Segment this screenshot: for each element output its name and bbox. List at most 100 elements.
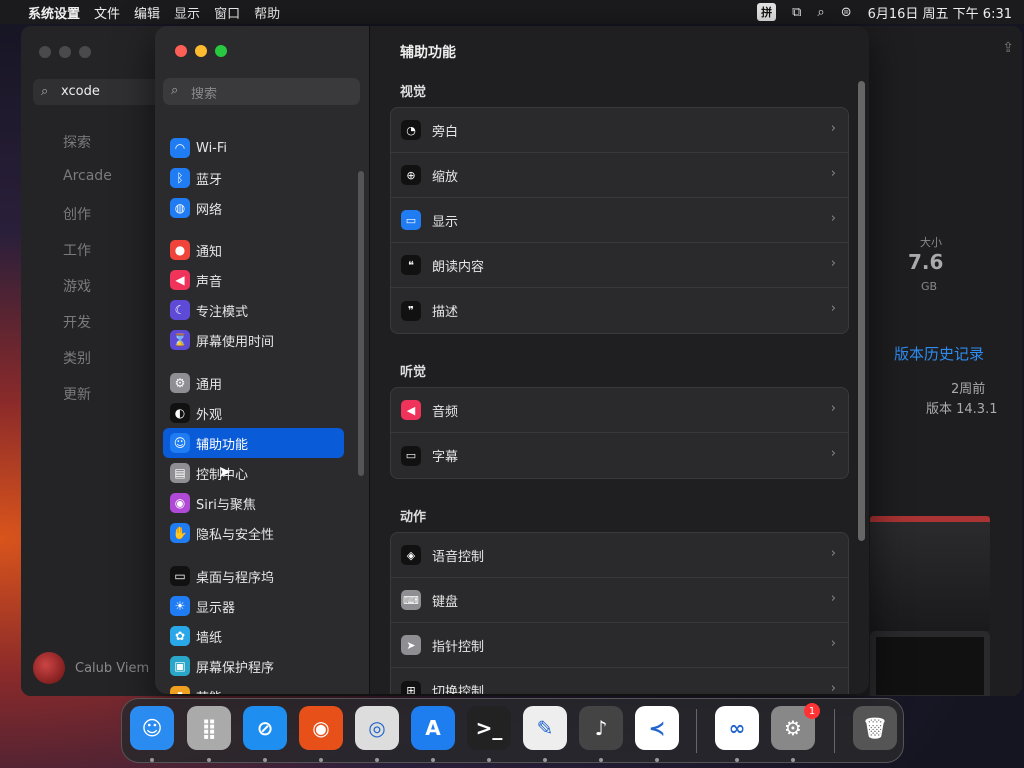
menu-file[interactable]: 文件 — [94, 3, 120, 22]
settings-row[interactable]: ◀ 音频 › — [391, 388, 848, 433]
sidebar-item-desktop-dock[interactable]: ▭ 桌面与程序坞 — [163, 561, 344, 591]
sidebar-item-label: 外观 — [196, 407, 223, 423]
sidebar-item-label: 桌面与程序坞 — [196, 570, 275, 586]
terminal-icon[interactable]: >_ — [467, 706, 511, 750]
maximize-button[interactable] — [215, 45, 227, 57]
nav-categories[interactable]: 类别 — [63, 348, 91, 368]
spotlight-search-icon[interactable]: ⌕ — [817, 5, 824, 20]
visual-studio-icon[interactable]: ∞ — [715, 706, 759, 750]
battery-icon: ▮ — [170, 686, 190, 694]
nav-arcade[interactable]: Arcade — [63, 168, 112, 184]
share-icon[interactable]: ⇪ — [1002, 40, 1014, 56]
running-indicator — [375, 758, 379, 762]
sidebar-item-general[interactable]: ⚙ 通用 — [163, 368, 344, 398]
menu-app-name[interactable]: 系统设置 — [28, 3, 80, 22]
settings-row[interactable]: ⌨ 键盘 › — [391, 578, 848, 623]
settings-row-label: 键盘 — [432, 594, 459, 610]
running-indicator — [735, 758, 739, 762]
settings-row[interactable]: ▭ 显示 › — [391, 198, 848, 243]
sidebar-item-accessibility[interactable]: ☺ 辅助功能 — [163, 428, 344, 458]
sidebar-item-wallpaper[interactable]: ✿ 墙纸 — [163, 621, 344, 651]
nav-develop[interactable]: 开发 — [63, 312, 91, 332]
nav-work[interactable]: 工作 — [63, 240, 91, 260]
nav-discover[interactable]: 探索 — [63, 132, 91, 152]
settings-row[interactable]: ⊕ 缩放 › — [391, 153, 848, 198]
settings-row-label: 音频 — [432, 404, 459, 420]
screen-mirroring-icon[interactable]: ⧉ — [792, 5, 801, 20]
app-store-icon[interactable]: A — [411, 706, 455, 750]
section-heading: 听觉 — [400, 365, 427, 380]
menu-view[interactable]: 显示 — [174, 3, 200, 22]
settings-row[interactable]: ◔ 旁白 › — [391, 108, 848, 153]
sidebar-item-screen-saver[interactable]: ▣ 屏幕保护程序 — [163, 651, 344, 681]
display-icon: ▭ — [401, 210, 421, 230]
vscode-icon[interactable]: ≺ — [635, 706, 679, 750]
nav-play[interactable]: 游戏 — [63, 276, 91, 296]
settings-row[interactable]: ❞ 描述 › — [391, 288, 848, 333]
screenshot-preview[interactable] — [870, 631, 990, 696]
sidebar-item-sound[interactable]: ◀ 声音 — [163, 265, 344, 295]
chevron-right-icon: › — [830, 591, 836, 606]
control-center-menu-icon[interactable]: ⊜ — [841, 5, 852, 20]
sidebar-item-label: 节能 — [196, 687, 222, 695]
sidebar-scrollbar[interactable] — [358, 171, 364, 476]
nav-create[interactable]: 创作 — [63, 204, 91, 224]
sidebar-item-bluetooth[interactable]: ᛒ 蓝牙 — [163, 163, 344, 193]
chevron-right-icon: › — [830, 211, 836, 226]
sidebar-item-appearance[interactable]: ◐ 外观 — [163, 398, 344, 428]
chrome-icon[interactable]: ◎ — [355, 706, 399, 750]
user-account[interactable]: Calub Viem — [33, 652, 149, 684]
textedit-icon[interactable]: ✎ — [523, 706, 567, 750]
sidebar-item-network[interactable]: ◍ 网络 — [163, 193, 344, 223]
menu-window[interactable]: 窗口 — [214, 3, 240, 22]
dock-separator — [696, 709, 697, 753]
garageband-icon[interactable]: ♪ — [579, 706, 623, 750]
nav-updates[interactable]: 更新 — [63, 384, 91, 404]
settings-row[interactable]: ❝ 朗读内容 › — [391, 243, 848, 288]
audio-icon: ◀ — [401, 400, 421, 420]
wallpaper-icon: ✿ — [170, 626, 190, 646]
sidebar-item-control-center[interactable]: ▤ 控制中心 — [163, 458, 344, 488]
running-indicator — [150, 758, 154, 762]
safari-icon[interactable]: ⊘ — [243, 706, 287, 750]
menubar-clock[interactable]: 6月16日 周五 下午 6:31 — [868, 3, 1012, 22]
launchpad-icon[interactable]: ⣿ — [187, 706, 231, 750]
version-history-link[interactable]: 版本历史记录 — [894, 343, 984, 364]
minimize-button[interactable] — [195, 45, 207, 57]
size-label: 大小 — [920, 236, 942, 249]
search-icon: ⌕ — [41, 84, 49, 99]
close-button[interactable] — [175, 45, 187, 57]
sidebar-item-wifi[interactable]: ◠ Wi-Fi — [163, 133, 344, 163]
menu-help[interactable]: 帮助 — [254, 3, 280, 22]
accessibility-pane: 辅助功能 视觉 ◔ 旁白 › ⊕ 缩放 › ▭ 显示 › ❝ 朗读内容 › ❞ 描述 › 听觉 ◀ 音频 › ▭ 字幕 › 动… — [370, 26, 869, 694]
chevron-right-icon: › — [830, 446, 836, 461]
app-store-search-field[interactable]: ⌕ xcode — [33, 79, 173, 105]
settings-row[interactable]: ➤ 指针控制 › — [391, 623, 848, 668]
menu-edit[interactable]: 编辑 — [134, 3, 160, 22]
finder-icon[interactable]: ☺ — [130, 706, 174, 750]
sidebar-item-notifications[interactable]: ● 通知 — [163, 235, 344, 265]
sidebar-item-focus[interactable]: ☾ 专注模式 — [163, 295, 344, 325]
siri-icon: ◉ — [170, 493, 190, 513]
version-number: 版本 14.3.1 — [926, 402, 998, 417]
sidebar-item-screen-time[interactable]: ⌛ 屏幕使用时间 — [163, 325, 344, 355]
release-age: 2周前 — [951, 382, 986, 397]
trash-icon[interactable]: 🗑 — [853, 706, 897, 750]
settings-row-label: 缩放 — [432, 169, 459, 185]
chevron-right-icon: › — [830, 301, 836, 316]
keyboard-icon: ⌨ — [401, 590, 421, 610]
chevron-right-icon: › — [830, 166, 836, 181]
screenshot-preview[interactable] — [870, 516, 990, 631]
sidebar-item-privacy-security[interactable]: ✋ 隐私与安全性 — [163, 518, 344, 548]
settings-row[interactable]: ◈ 语音控制 › — [391, 533, 848, 578]
sidebar-item-label: 屏幕保护程序 — [196, 660, 275, 676]
sidebar-item-siri-spotlight[interactable]: ◉ Siri与聚焦 — [163, 488, 344, 518]
sidebar-search-input[interactable]: ⌕ 搜索 — [163, 78, 360, 105]
content-scrollbar[interactable] — [858, 81, 865, 541]
sidebar-item-energy-saver[interactable]: ▮ 节能 — [163, 681, 344, 694]
firefox-icon[interactable]: ◉ — [299, 706, 343, 750]
settings-row[interactable]: ⊞ 切换控制 › — [391, 668, 848, 694]
settings-row[interactable]: ▭ 字幕 › — [391, 433, 848, 478]
input-method-indicator[interactable]: 拼 — [757, 3, 777, 21]
sidebar-item-displays[interactable]: ☀ 显示器 — [163, 591, 344, 621]
